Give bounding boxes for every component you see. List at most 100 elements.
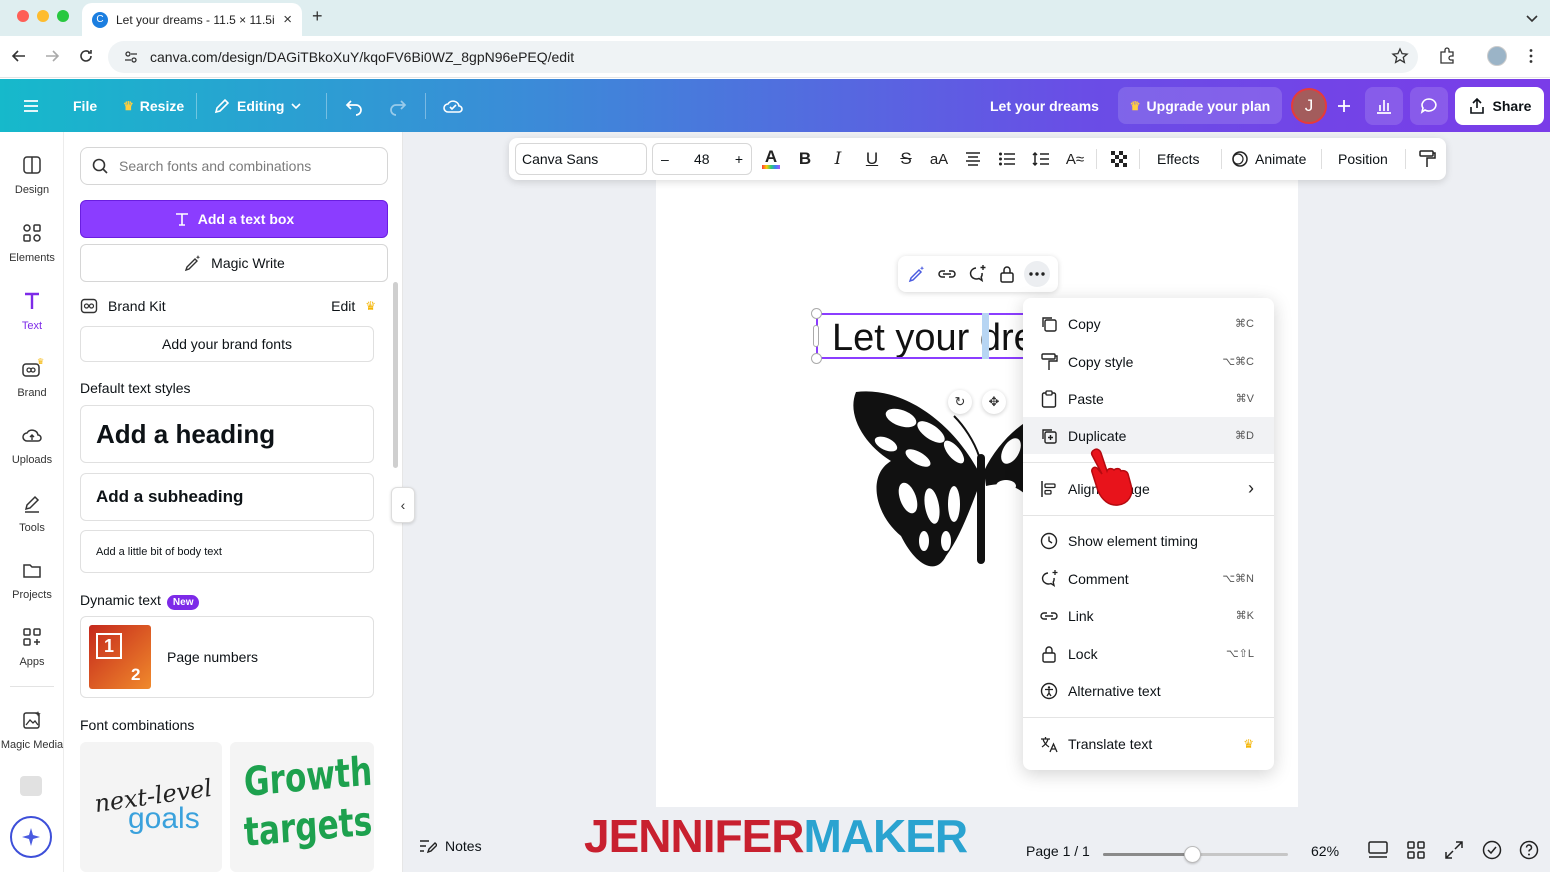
rail-item-text[interactable]: Text bbox=[0, 290, 64, 332]
brand-kit-edit-link[interactable]: Edit bbox=[331, 298, 355, 314]
menu-item-link[interactable]: Link ⌘K bbox=[1023, 597, 1274, 634]
strikethrough-button[interactable]: S bbox=[893, 146, 919, 172]
resize-handle-left[interactable] bbox=[813, 325, 819, 347]
effects-button[interactable]: Effects bbox=[1157, 138, 1200, 180]
comments-button[interactable] bbox=[1410, 87, 1448, 125]
save-status-button[interactable] bbox=[442, 79, 464, 132]
add-brand-fonts-button[interactable]: Add your brand fonts bbox=[80, 326, 374, 362]
grid-view-icon[interactable] bbox=[1404, 838, 1428, 862]
rail-item-elements[interactable]: Elements bbox=[0, 222, 64, 264]
decrease-size-button[interactable]: – bbox=[661, 151, 669, 167]
collapse-panel-button[interactable]: ‹ bbox=[391, 487, 415, 523]
letter-case-button[interactable]: aA bbox=[926, 146, 952, 172]
resize-handle-top-left[interactable] bbox=[811, 308, 822, 319]
browser-tab[interactable]: C Let your dreams - 11.5 × 11.5i × bbox=[82, 3, 302, 36]
move-handle[interactable]: ✥ bbox=[982, 390, 1006, 414]
forward-arrow-icon[interactable] bbox=[43, 47, 61, 65]
spacing-button[interactable] bbox=[1028, 146, 1054, 172]
menu-item-translate-text[interactable]: Translate text ♛ bbox=[1023, 725, 1274, 762]
rail-item-magic-media[interactable]: Magic Media bbox=[0, 709, 64, 751]
rail-app-thumbnail[interactable] bbox=[20, 776, 42, 796]
magic-edit-button[interactable] bbox=[904, 261, 930, 287]
page-counter[interactable]: Page 1 / 1 bbox=[1026, 843, 1090, 859]
page-numbers-card[interactable]: 1 2 Page numbers bbox=[80, 616, 374, 698]
align-center-button[interactable] bbox=[960, 146, 986, 172]
copy-style-button[interactable] bbox=[1414, 146, 1440, 172]
tab-close-button[interactable]: × bbox=[283, 11, 292, 28]
browser-menu-icon[interactable] bbox=[1522, 47, 1540, 65]
close-window-button[interactable] bbox=[17, 10, 29, 22]
link-button[interactable] bbox=[934, 261, 960, 287]
profile-avatar[interactable] bbox=[1487, 46, 1507, 66]
increase-size-button[interactable]: + bbox=[735, 151, 743, 167]
subheading-style-card[interactable]: Add a subheading bbox=[80, 473, 374, 521]
comment-button[interactable] bbox=[964, 261, 990, 287]
bold-button[interactable]: B bbox=[792, 146, 818, 172]
zoom-window-button[interactable] bbox=[57, 10, 69, 22]
editing-mode-button[interactable]: Editing bbox=[213, 79, 302, 132]
redo-button[interactable] bbox=[388, 79, 408, 132]
bookmark-star-icon[interactable] bbox=[1391, 47, 1409, 65]
design-title[interactable]: Let your dreams bbox=[990, 79, 1099, 132]
more-options-button[interactable] bbox=[1024, 261, 1050, 287]
panel-scrollbar[interactable] bbox=[393, 282, 398, 468]
body-style-card[interactable]: Add a little bit of body text bbox=[80, 530, 374, 573]
site-settings-icon[interactable] bbox=[122, 49, 140, 65]
menu-item-comment[interactable]: Comment ⌥⌘N bbox=[1023, 560, 1274, 597]
lock-button[interactable] bbox=[994, 261, 1020, 287]
rail-item-design[interactable]: Design bbox=[0, 154, 64, 196]
position-button[interactable]: Position bbox=[1338, 138, 1388, 180]
font-search-field[interactable]: Search fonts and combinations bbox=[80, 147, 388, 185]
menu-item-alternative-text[interactable]: Alternative text bbox=[1023, 672, 1274, 709]
menu-item-paste[interactable]: Paste ⌘V bbox=[1023, 380, 1274, 417]
page-view-icon[interactable] bbox=[1366, 838, 1390, 862]
font-size-value[interactable]: 48 bbox=[694, 151, 710, 167]
magic-assistant-button[interactable] bbox=[10, 816, 52, 858]
undo-button[interactable] bbox=[344, 79, 364, 132]
menu-item-copy[interactable]: Copy ⌘C bbox=[1023, 305, 1274, 342]
zoom-slider[interactable] bbox=[1103, 846, 1288, 863]
upgrade-plan-button[interactable]: ♛ Upgrade your plan bbox=[1118, 87, 1282, 124]
zoom-slider-knob[interactable] bbox=[1183, 846, 1201, 863]
menu-item-duplicate[interactable]: Duplicate ⌘D bbox=[1023, 417, 1274, 454]
underline-button[interactable]: U bbox=[859, 146, 885, 172]
animate-button[interactable]: Animate bbox=[1231, 138, 1306, 180]
menu-item-copy-style[interactable]: Copy style ⌥⌘C bbox=[1023, 343, 1274, 380]
user-avatar[interactable]: J bbox=[1291, 88, 1327, 124]
tab-search-chevron-icon[interactable] bbox=[1522, 8, 1542, 28]
resize-button[interactable]: ♛ Resize bbox=[123, 79, 184, 132]
insights-button[interactable] bbox=[1365, 87, 1403, 125]
transparency-button[interactable] bbox=[1106, 146, 1132, 172]
heading-style-card[interactable]: Add a heading bbox=[80, 405, 374, 463]
help-icon[interactable] bbox=[1517, 838, 1541, 862]
butterfly-graphic[interactable] bbox=[846, 386, 1036, 578]
menu-item-align-to-page[interactable]: Align to page › bbox=[1023, 470, 1274, 507]
main-menu-button[interactable] bbox=[22, 79, 40, 132]
rotate-handle[interactable]: ↻ bbox=[948, 390, 972, 414]
url-field[interactable]: canva.com/design/DAGiTBkoXuY/kqoFV6Bi0WZ… bbox=[108, 41, 1418, 73]
back-arrow-icon[interactable] bbox=[10, 47, 28, 65]
font-size-stepper[interactable]: – 48 + bbox=[652, 143, 752, 175]
notes-button[interactable]: Notes bbox=[419, 838, 482, 854]
file-menu-button[interactable]: File bbox=[73, 79, 97, 132]
share-button[interactable]: Share bbox=[1455, 87, 1544, 125]
font-family-select[interactable]: Canva Sans bbox=[515, 143, 647, 175]
extensions-puzzle-icon[interactable] bbox=[1438, 47, 1456, 65]
add-text-box-button[interactable]: Add a text box bbox=[80, 200, 388, 238]
selected-text-element[interactable]: Let your dreams bbox=[816, 313, 1026, 359]
minimize-window-button[interactable] bbox=[37, 10, 49, 22]
text-style-button[interactable]: A≈ bbox=[1062, 146, 1088, 172]
font-combination-card[interactable]: next-level goals bbox=[80, 742, 222, 872]
text-color-button[interactable]: A bbox=[758, 146, 784, 172]
rail-item-tools[interactable]: Tools bbox=[0, 492, 64, 534]
rail-item-brand[interactable]: ♛ Brand bbox=[0, 357, 64, 399]
reload-icon[interactable] bbox=[77, 47, 95, 65]
rail-item-apps[interactable]: Apps bbox=[0, 626, 64, 668]
rail-item-uploads[interactable]: Uploads bbox=[0, 424, 64, 466]
menu-item-show-element-timing[interactable]: Show element timing bbox=[1023, 522, 1274, 559]
new-tab-button[interactable]: + bbox=[312, 6, 323, 27]
magic-write-button[interactable]: Magic Write bbox=[80, 244, 388, 282]
rail-item-projects[interactable]: Projects bbox=[0, 559, 64, 601]
resize-handle-bottom-left[interactable] bbox=[811, 353, 822, 364]
italic-button[interactable]: I bbox=[825, 146, 851, 172]
